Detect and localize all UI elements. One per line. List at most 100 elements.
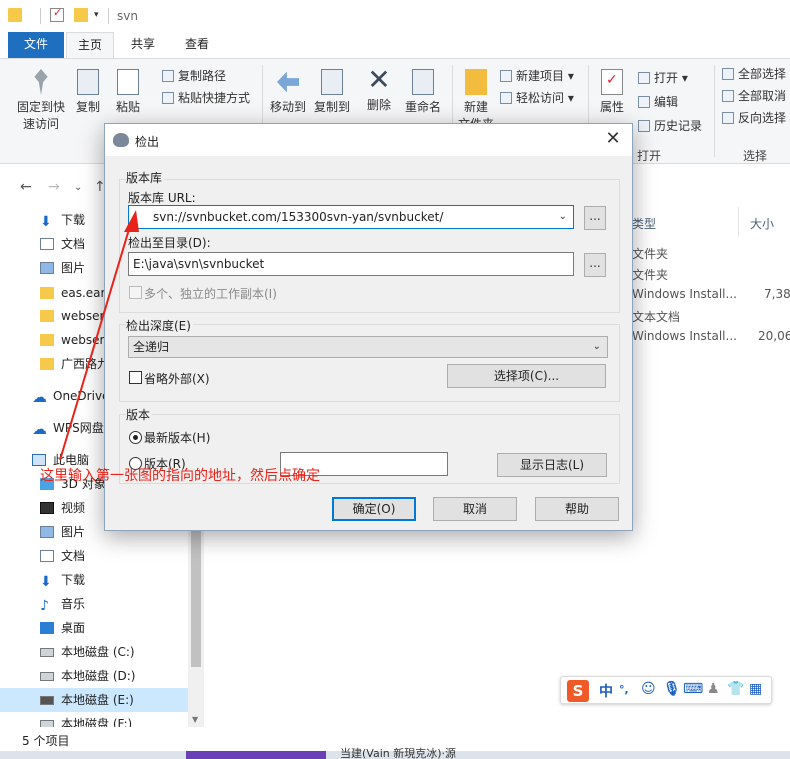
omit-externals-label: 省略外部(X) (144, 372, 210, 386)
paste-icon (117, 69, 139, 95)
pin-icon (34, 69, 48, 95)
sidebar-item-downloads-pc[interactable]: ⬇ 下载 (0, 568, 188, 592)
copy-icon (77, 69, 99, 95)
properties-quick-icon[interactable] (50, 6, 64, 22)
copy-to-button[interactable]: 复制到 (312, 69, 352, 115)
depth-group-label: 检出深度(E) (126, 317, 193, 334)
new-folder-quick-icon[interactable] (74, 8, 88, 22)
tab-share[interactable]: 共享 (122, 32, 164, 58)
chevron-down-icon[interactable]: ▾ (94, 10, 102, 24)
documents-icon (40, 550, 54, 562)
emoji-icon[interactable]: ☺ (641, 681, 656, 697)
head-revision-radio[interactable] (129, 431, 142, 444)
forward-arrow-icon[interactable]: → (48, 179, 60, 195)
help-button[interactable]: 帮助 (535, 497, 619, 521)
easy-access-button[interactable]: 轻松访问 ▾ (500, 89, 574, 106)
column-header-type[interactable]: 类型 (632, 215, 656, 232)
taskbar-text: 当建(Vain 新現克冰)·源 (340, 747, 457, 759)
copy-path-button[interactable]: 复制路径 (162, 67, 226, 84)
file-row-type[interactable]: 文件夹 (632, 266, 668, 283)
microphone-icon[interactable]: 🎙 (663, 681, 681, 697)
checkout-dir-input[interactable]: E:\java\svn\svnbucket (128, 252, 574, 276)
file-row-size: 20,06 (758, 329, 790, 343)
checkout-dir-label: 检出至目录(D): (128, 236, 211, 250)
move-to-button[interactable]: 移动到 (268, 69, 308, 115)
select-none-icon (722, 90, 734, 102)
repository-group-label: 版本库 (126, 169, 165, 186)
tab-file[interactable]: 文件 (8, 32, 64, 58)
multi-copy-checkbox[interactable] (129, 286, 142, 299)
divider (108, 8, 109, 24)
file-row-type[interactable]: Windows Install... (632, 329, 737, 343)
paste-button[interactable]: 粘贴 (112, 69, 144, 115)
dialog-title-bar: 检出 ✕ (105, 124, 632, 156)
omit-externals-checkbox[interactable] (129, 371, 142, 384)
paste-shortcut-icon (162, 92, 174, 104)
wps-cloud-icon: ☁ (32, 420, 47, 438)
dialog-title: 检出 (135, 135, 160, 149)
pin-quick-access-button[interactable]: 固定到快 速访问 (14, 69, 68, 132)
ime-language[interactable]: 中 (599, 681, 613, 701)
grid-menu-icon[interactable]: ▦ (749, 681, 762, 697)
sogou-logo-icon[interactable]: S (567, 680, 589, 702)
copy-button[interactable]: 复制 (72, 69, 104, 115)
file-row-type[interactable]: Windows Install... (632, 287, 737, 301)
group-label-select: 选择 (743, 149, 768, 163)
copy-path-icon (162, 70, 174, 82)
tab-view[interactable]: 查看 (176, 32, 218, 58)
chevron-down-icon[interactable]: ⌄ (559, 206, 567, 228)
tab-home[interactable]: 主页 (66, 32, 114, 58)
new-item-button[interactable]: 新建项目 ▾ (500, 67, 574, 84)
taskbar-app[interactable] (186, 751, 326, 759)
tortoise-svn-icon (113, 133, 129, 147)
delete-button[interactable]: ✕ 删除 (364, 66, 394, 113)
sidebar-item-drive-c[interactable]: 本地磁盘 (C:) (0, 640, 188, 664)
scrollbar-thumb[interactable] (191, 527, 201, 667)
sidebar-item-drive-e[interactable]: 本地磁盘 (E:) (0, 688, 188, 712)
folder-icon (40, 334, 54, 346)
select-none-button[interactable]: 全部取消 (722, 87, 786, 104)
chevron-down-icon[interactable]: ⌄ (74, 182, 82, 193)
keyboard-icon[interactable]: ⌨ (683, 681, 703, 697)
sidebar-item-music[interactable]: ♪ 音乐 (0, 592, 188, 616)
divider (738, 207, 739, 237)
browse-dir-button[interactable]: ... (584, 253, 606, 277)
select-all-button[interactable]: 全部选择 (722, 65, 786, 82)
ok-button[interactable]: 确定(O) (332, 497, 416, 521)
cancel-button[interactable]: 取消 (433, 497, 517, 521)
divider (40, 8, 41, 24)
depth-select[interactable]: 全递归 ⌄ (128, 336, 608, 358)
download-icon: ⬇ (40, 214, 52, 230)
sidebar-item-drive-d[interactable]: 本地磁盘 (D:) (0, 664, 188, 688)
scroll-down-icon[interactable]: ▼ (192, 715, 198, 724)
browse-url-button[interactable]: ... (584, 206, 606, 230)
file-row-type[interactable]: 文件夹 (632, 245, 668, 262)
user-icon[interactable]: ♟ (707, 681, 720, 697)
invert-selection-button[interactable]: 反向选择 (722, 109, 786, 126)
history-button[interactable]: 历史记录 (638, 117, 702, 134)
folder-icon (40, 287, 54, 299)
item-count: 5 个项目 (22, 734, 70, 748)
close-icon[interactable]: ✕ (602, 127, 624, 151)
annotation-text: 这里输入第一张图的指向的地址，然后点确定 (40, 468, 320, 484)
select-all-icon (722, 68, 734, 80)
sidebar-item-documents-pc[interactable]: 文档 (0, 544, 188, 568)
column-header-size[interactable]: 大小 (750, 215, 774, 232)
show-log-button[interactable]: 显示日志(L) (497, 453, 607, 477)
properties-button[interactable]: 属性 (596, 69, 628, 115)
open-button[interactable]: 打开 ▾ (638, 69, 688, 86)
back-arrow-icon[interactable]: ← (20, 179, 32, 195)
move-to-icon (277, 71, 299, 93)
ime-punctuation[interactable]: °, (619, 683, 629, 696)
sidebar-item-desktop[interactable]: 桌面 (0, 616, 188, 640)
paste-shortcut-button[interactable]: 粘贴快捷方式 (162, 89, 250, 106)
url-input[interactable]: svn://svnbucket.com/153300svn-yan/svnbuc… (128, 205, 574, 229)
edit-button[interactable]: 编辑 (638, 93, 678, 110)
folder-icon (40, 358, 54, 370)
file-row-size: 7,38 (764, 287, 790, 301)
skin-icon[interactable]: 👕 (727, 681, 744, 697)
rename-button[interactable]: 重命名 (402, 69, 444, 115)
edit-icon (638, 96, 650, 108)
file-row-type[interactable]: 文本文档 (632, 308, 680, 325)
choose-items-button[interactable]: 选择项(C)... (447, 364, 606, 388)
